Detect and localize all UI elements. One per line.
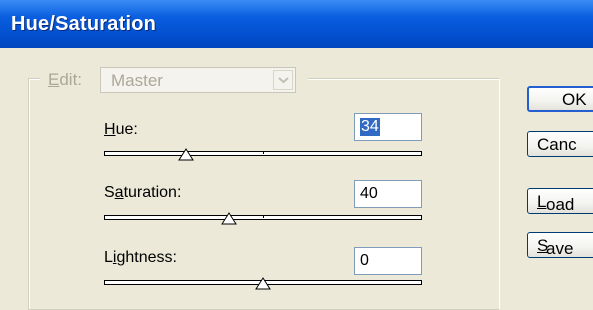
edit-dropdown-button[interactable] xyxy=(273,70,293,90)
edit-dropdown[interactable]: Master xyxy=(100,67,296,93)
ok-button[interactable]: OK xyxy=(527,86,593,112)
cancel-button[interactable]: Canc xyxy=(527,131,593,157)
hue-label: Hue: xyxy=(104,121,138,138)
lightness-slider-thumb[interactable] xyxy=(255,277,271,290)
saturation-slider-thumb[interactable] xyxy=(221,212,237,225)
saturation-label: Saturation: xyxy=(104,184,182,201)
window-title: Hue/Saturation xyxy=(11,13,157,35)
hue-input[interactable]: 34 xyxy=(354,113,422,141)
hue-value: 34 xyxy=(360,118,380,136)
edit-label: Edit: xyxy=(48,70,83,89)
lightness-value: 0 xyxy=(360,252,369,269)
load-button[interactable]: Load xyxy=(527,188,593,214)
edit-dropdown-value: Master xyxy=(111,71,163,90)
lightness-input[interactable]: 0 xyxy=(354,247,422,275)
title-bar[interactable]: Hue/Saturation xyxy=(0,0,593,48)
saturation-input[interactable]: 40 xyxy=(354,180,422,208)
hue-slider-thumb[interactable] xyxy=(178,148,194,161)
lightness-label: Lightness: xyxy=(104,249,177,266)
edit-group-frame xyxy=(28,78,500,310)
saturation-value: 40 xyxy=(360,185,378,202)
save-button[interactable]: Save xyxy=(527,232,593,258)
chevron-down-icon xyxy=(278,77,289,84)
